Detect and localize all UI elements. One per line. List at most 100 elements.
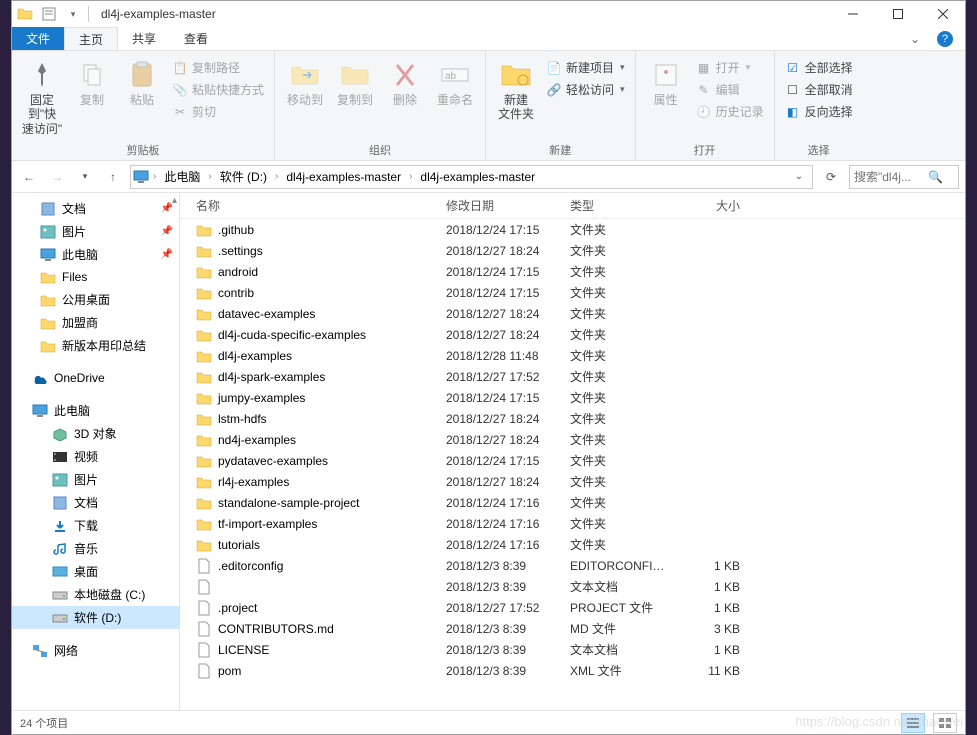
- table-row[interactable]: .project2018/12/27 17:52PROJECT 文件1 KB: [180, 597, 965, 618]
- table-row[interactable]: lstm-hdfs2018/12/27 18:24文件夹: [180, 408, 965, 429]
- table-row[interactable]: standalone-sample-project2018/12/24 17:1…: [180, 492, 965, 513]
- select-all-button[interactable]: ☑全部选择: [781, 57, 857, 78]
- ribbon-expand-icon[interactable]: ⌄: [905, 27, 925, 50]
- pin-to-quick-access-button[interactable]: 固定到"快 速访问": [18, 55, 66, 140]
- easy-access-button[interactable]: 🔗轻松访问▾: [542, 79, 629, 100]
- pc-item[interactable]: 视频: [12, 445, 179, 468]
- crumb-pc[interactable]: 此电脑: [160, 166, 204, 188]
- tab-view[interactable]: 查看: [170, 27, 222, 50]
- qat-properties-icon[interactable]: [38, 3, 60, 25]
- tab-home[interactable]: 主页: [64, 27, 118, 50]
- table-row[interactable]: tf-import-examples2018/12/24 17:16文件夹: [180, 513, 965, 534]
- col-size[interactable]: 大小: [678, 197, 748, 214]
- copy-button[interactable]: 复制: [68, 55, 116, 111]
- nav-back-button[interactable]: ←: [18, 166, 40, 188]
- crumb-folder2[interactable]: dl4j-examples-master: [416, 166, 539, 188]
- delete-button[interactable]: 删除: [381, 55, 429, 111]
- folder-icon: [40, 269, 56, 285]
- new-item-button[interactable]: 📄新建项目▾: [542, 57, 629, 78]
- table-row[interactable]: android2018/12/24 17:15文件夹: [180, 261, 965, 282]
- table-row[interactable]: dl4j-examples2018/12/28 11:48文件夹: [180, 345, 965, 366]
- col-date[interactable]: 修改日期: [438, 197, 562, 214]
- quickaccess-item[interactable]: 公用桌面: [12, 288, 179, 311]
- properties-button[interactable]: 属性: [642, 55, 690, 111]
- copy-to-button[interactable]: 复制到: [331, 55, 379, 111]
- table-row[interactable]: datavec-examples2018/12/27 18:24文件夹: [180, 303, 965, 324]
- qat-dropdown-icon[interactable]: ▾: [62, 3, 84, 25]
- minimize-button[interactable]: [830, 1, 875, 27]
- chevron-right-icon[interactable]: ›: [273, 171, 280, 182]
- chevron-right-icon[interactable]: ›: [407, 171, 414, 182]
- table-row[interactable]: nd4j-examples2018/12/27 18:24文件夹: [180, 429, 965, 450]
- paste-shortcut-button[interactable]: 📎粘贴快捷方式: [168, 79, 268, 100]
- edit-button[interactable]: ✎编辑: [692, 79, 768, 100]
- table-row[interactable]: dl4j-cuda-specific-examples2018/12/27 18…: [180, 324, 965, 345]
- quickaccess-item[interactable]: 此电脑📌: [12, 243, 179, 266]
- table-row[interactable]: .github2018/12/24 17:15文件夹: [180, 219, 965, 240]
- invert-selection-button[interactable]: ◧反向选择: [781, 101, 857, 122]
- nav-onedrive[interactable]: OneDrive: [12, 367, 179, 389]
- pc-item[interactable]: 3D 对象: [12, 422, 179, 445]
- address-dropdown-icon[interactable]: ⌄: [788, 166, 810, 188]
- select-all-icon: ☑: [785, 60, 801, 76]
- nav-this-pc[interactable]: 此电脑: [12, 399, 179, 422]
- crumb-folder1[interactable]: dl4j-examples-master: [282, 166, 405, 188]
- table-row[interactable]: .editorconfig2018/12/3 8:39EDITORCONFIG …: [180, 555, 965, 576]
- view-details-button[interactable]: [901, 713, 925, 733]
- crumb-drive[interactable]: 软件 (D:): [216, 166, 271, 188]
- chevron-right-icon[interactable]: ›: [206, 171, 213, 182]
- move-to-button[interactable]: 移动到: [281, 55, 329, 111]
- table-row[interactable]: dl4j-spark-examples2018/12/27 17:52文件夹: [180, 366, 965, 387]
- navigation-pane[interactable]: ▴ 文档📌图片📌此电脑📌Files公用桌面加盟商新版本用印总结 OneDrive…: [12, 193, 180, 710]
- nav-scroll-up-icon[interactable]: ▴: [172, 195, 177, 206]
- quickaccess-item[interactable]: 加盟商: [12, 311, 179, 334]
- quickaccess-item[interactable]: 文档📌: [12, 197, 179, 220]
- quickaccess-item[interactable]: 图片📌: [12, 220, 179, 243]
- tab-file[interactable]: 文件: [12, 27, 64, 50]
- col-type[interactable]: 类型: [562, 197, 678, 214]
- folder-icon: [196, 495, 212, 511]
- chevron-right-icon[interactable]: ›: [151, 171, 158, 182]
- table-row[interactable]: .settings2018/12/27 18:24文件夹: [180, 240, 965, 261]
- pc-item[interactable]: 桌面: [12, 560, 179, 583]
- breadcrumb[interactable]: › 此电脑 › 软件 (D:) › dl4j-examples-master ›…: [130, 165, 813, 189]
- rename-button[interactable]: ab 重命名: [431, 55, 479, 111]
- view-large-icons-button[interactable]: [933, 713, 957, 733]
- table-row[interactable]: tutorials2018/12/24 17:16文件夹: [180, 534, 965, 555]
- select-none-button[interactable]: ☐全部取消: [781, 79, 857, 100]
- open-button[interactable]: ▦打开▾: [692, 57, 768, 78]
- close-button[interactable]: [920, 1, 965, 27]
- pc-item[interactable]: 下载: [12, 514, 179, 537]
- pc-icon: [40, 247, 56, 263]
- table-row[interactable]: contrib2018/12/24 17:15文件夹: [180, 282, 965, 303]
- col-name[interactable]: 名称: [180, 197, 438, 214]
- paste-button[interactable]: 粘贴: [118, 55, 166, 111]
- help-button[interactable]: ?: [925, 27, 965, 50]
- nav-up-button[interactable]: ↑: [102, 166, 124, 188]
- table-row[interactable]: rl4j-examples2018/12/27 18:24文件夹: [180, 471, 965, 492]
- table-row[interactable]: 2018/12/3 8:39文本文档1 KB: [180, 576, 965, 597]
- new-folder-button[interactable]: 新建 文件夹: [492, 55, 540, 126]
- quickaccess-item[interactable]: Files: [12, 266, 179, 288]
- table-row[interactable]: LICENSE2018/12/3 8:39文本文档1 KB: [180, 639, 965, 660]
- copy-path-button[interactable]: 📋复制路径: [168, 57, 268, 78]
- history-button[interactable]: 🕘历史记录: [692, 101, 768, 122]
- quickaccess-item[interactable]: 新版本用印总结: [12, 334, 179, 357]
- pc-item[interactable]: 文档: [12, 491, 179, 514]
- table-row[interactable]: pydatavec-examples2018/12/24 17:15文件夹: [180, 450, 965, 471]
- nav-recent-button[interactable]: ▾: [74, 166, 96, 188]
- table-row[interactable]: CONTRIBUTORS.md2018/12/3 8:39MD 文件3 KB: [180, 618, 965, 639]
- nav-network[interactable]: 网络: [12, 639, 179, 662]
- search-input[interactable]: 🔍: [849, 165, 959, 189]
- refresh-button[interactable]: ⟳: [819, 170, 843, 184]
- tab-share[interactable]: 共享: [118, 27, 170, 50]
- nav-forward-button[interactable]: →: [46, 166, 68, 188]
- pc-item[interactable]: 本地磁盘 (C:): [12, 583, 179, 606]
- table-row[interactable]: jumpy-examples2018/12/24 17:15文件夹: [180, 387, 965, 408]
- table-row[interactable]: pom2018/12/3 8:39XML 文件11 KB: [180, 660, 965, 681]
- pc-item[interactable]: 图片: [12, 468, 179, 491]
- pc-item[interactable]: 软件 (D:): [12, 606, 179, 629]
- maximize-button[interactable]: [875, 1, 920, 27]
- pc-item[interactable]: 音乐: [12, 537, 179, 560]
- cut-button[interactable]: ✂剪切: [168, 101, 268, 122]
